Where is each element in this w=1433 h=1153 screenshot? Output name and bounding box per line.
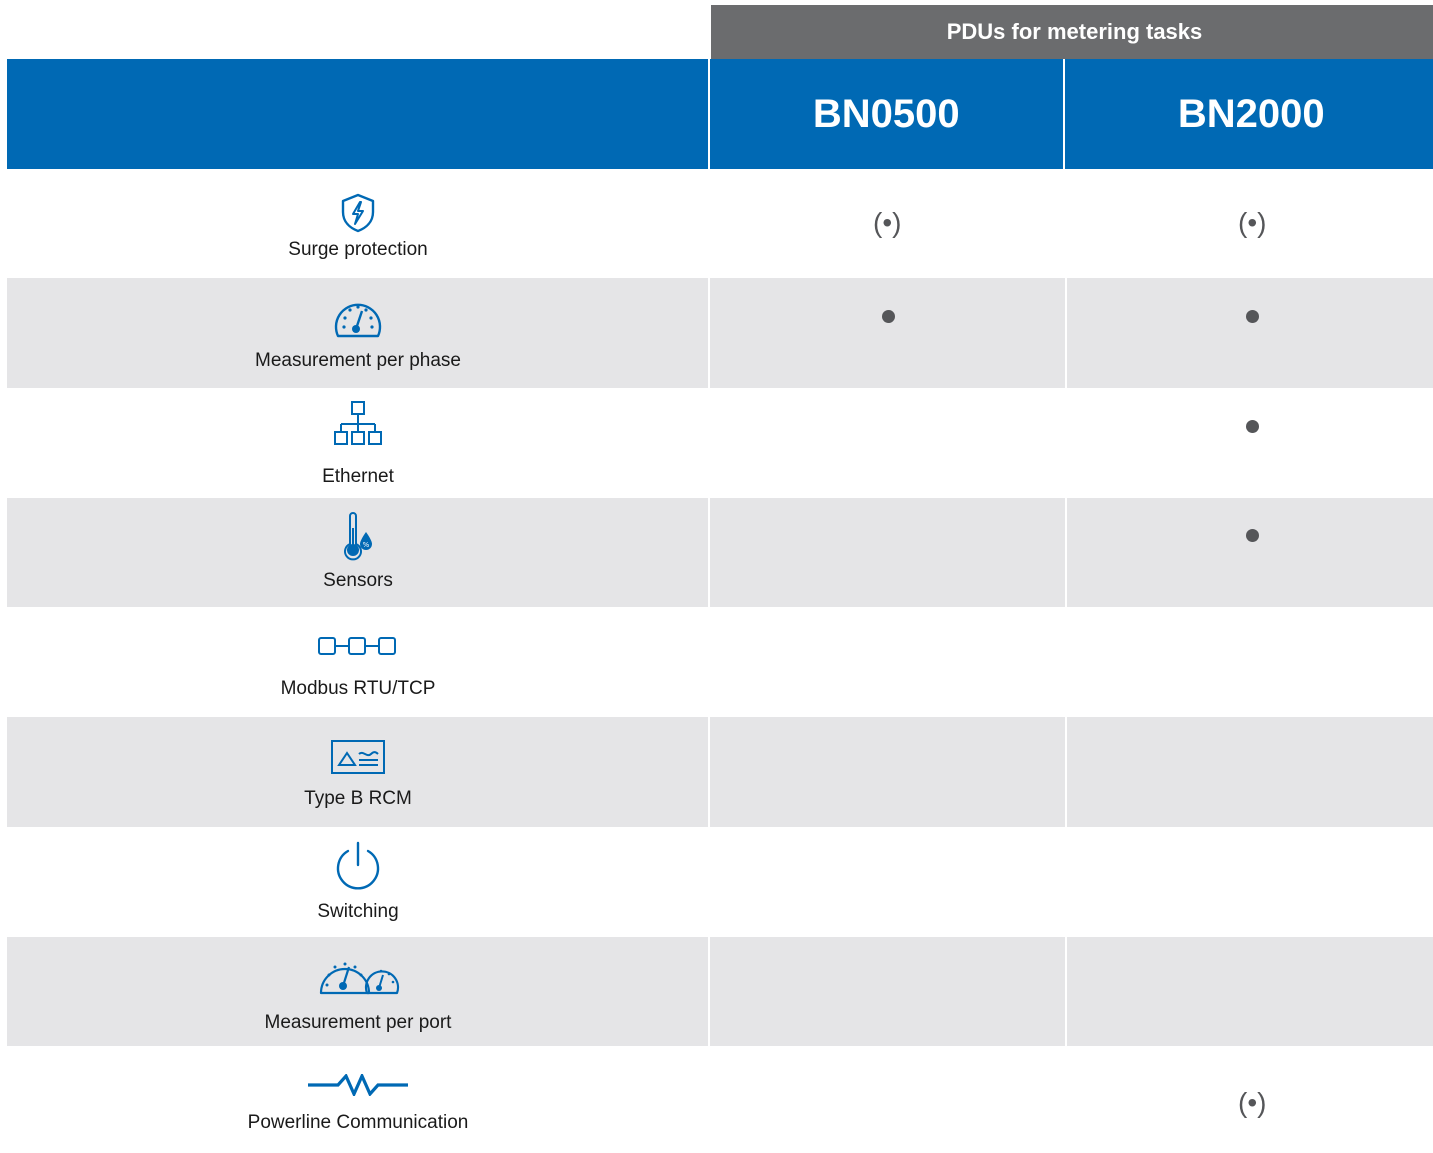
network-tree-icon — [7, 400, 709, 452]
feature-label: Measurement per phase — [255, 350, 461, 371]
shield-lightning-icon — [7, 192, 709, 234]
table-row: Measurement per port — [7, 937, 1433, 1046]
model-header-row: BN0500 BN2000 — [7, 59, 1433, 169]
table-row: Ethernet — [7, 388, 1433, 498]
optional-mark: (•) — [1238, 1087, 1267, 1118]
bn0500-cell — [710, 388, 1065, 498]
bn2000-cell: (•) — [1067, 169, 1433, 278]
table-row: Switching — [7, 827, 1433, 937]
feature-cell: Measurement per port — [7, 937, 709, 1046]
feature-cell: Modbus RTU/TCP — [7, 607, 708, 717]
feature-label: Type B RCM — [304, 788, 412, 809]
feature-label: Powerline Communication — [247, 1112, 469, 1133]
feature-table: Surge protection (•) (•) Measurement per… — [7, 169, 1433, 1153]
modbus-chain-icon — [7, 635, 709, 657]
bn2000-cell — [1067, 388, 1433, 498]
powerline-icon — [7, 1074, 709, 1096]
feature-label: Measurement per port — [264, 1012, 452, 1033]
bn0500-cell — [710, 607, 1065, 717]
power-icon — [7, 841, 709, 893]
feature-label: Ethernet — [322, 466, 394, 487]
bn2000-cell — [1067, 827, 1433, 937]
feature-cell: Switching — [7, 827, 708, 937]
svg-text:%: % — [363, 541, 370, 549]
table-row: Powerline Communication (•) — [7, 1046, 1433, 1153]
table-row: Surge protection (•) (•) — [7, 169, 1433, 278]
bn2000-cell: (•) — [1067, 1046, 1433, 1153]
standard-dot — [1245, 420, 1259, 433]
bn0500-cell — [710, 937, 1065, 1046]
bn0500-cell — [710, 717, 1065, 827]
gauge-icon — [7, 296, 709, 340]
bn2000-cell — [1066, 278, 1433, 388]
bn0500-cell — [710, 278, 1065, 388]
feature-cell: % Sensors — [7, 498, 709, 607]
bn0500-cell — [710, 498, 1065, 607]
feature-cell: Surge protection — [7, 169, 708, 278]
bn2000-cell — [1066, 498, 1433, 607]
bn0500-cell — [710, 827, 1065, 937]
feature-cell: Type B RCM — [7, 717, 709, 827]
feature-cell: Ethernet — [7, 388, 708, 498]
table-row: % Sensors — [7, 498, 1433, 607]
table-row: Modbus RTU/TCP — [7, 607, 1433, 717]
dual-gauge-icon — [7, 955, 709, 997]
standard-dot — [882, 310, 896, 323]
feature-header-cell — [7, 59, 708, 169]
feature-label: Sensors — [323, 570, 393, 591]
bn0500-cell — [710, 1046, 1065, 1153]
model-bn0500-header: BN0500 — [708, 59, 1063, 169]
table-row: Measurement per phase — [7, 278, 1433, 388]
feature-label: Modbus RTU/TCP — [280, 678, 436, 699]
group-header: PDUs for metering tasks — [711, 5, 1433, 59]
feature-label: Switching — [317, 901, 399, 922]
optional-mark: (•) — [873, 207, 902, 238]
standard-dot — [1245, 529, 1259, 542]
feature-cell: Powerline Communication — [7, 1046, 708, 1153]
model-bn2000-header: BN2000 — [1062, 59, 1433, 169]
standard-dot — [1245, 310, 1259, 323]
bn2000-cell — [1066, 937, 1433, 1046]
thermometer-humidity-icon: % — [7, 510, 709, 562]
bn0500-cell: (•) — [710, 169, 1065, 278]
rcm-wave-icon — [7, 739, 709, 775]
bn2000-cell — [1067, 607, 1433, 717]
feature-cell: Measurement per phase — [7, 278, 709, 388]
bn2000-cell — [1066, 717, 1433, 827]
feature-label: Surge protection — [288, 239, 428, 260]
table-row: Type B RCM — [7, 717, 1433, 827]
optional-mark: (•) — [1238, 207, 1267, 238]
